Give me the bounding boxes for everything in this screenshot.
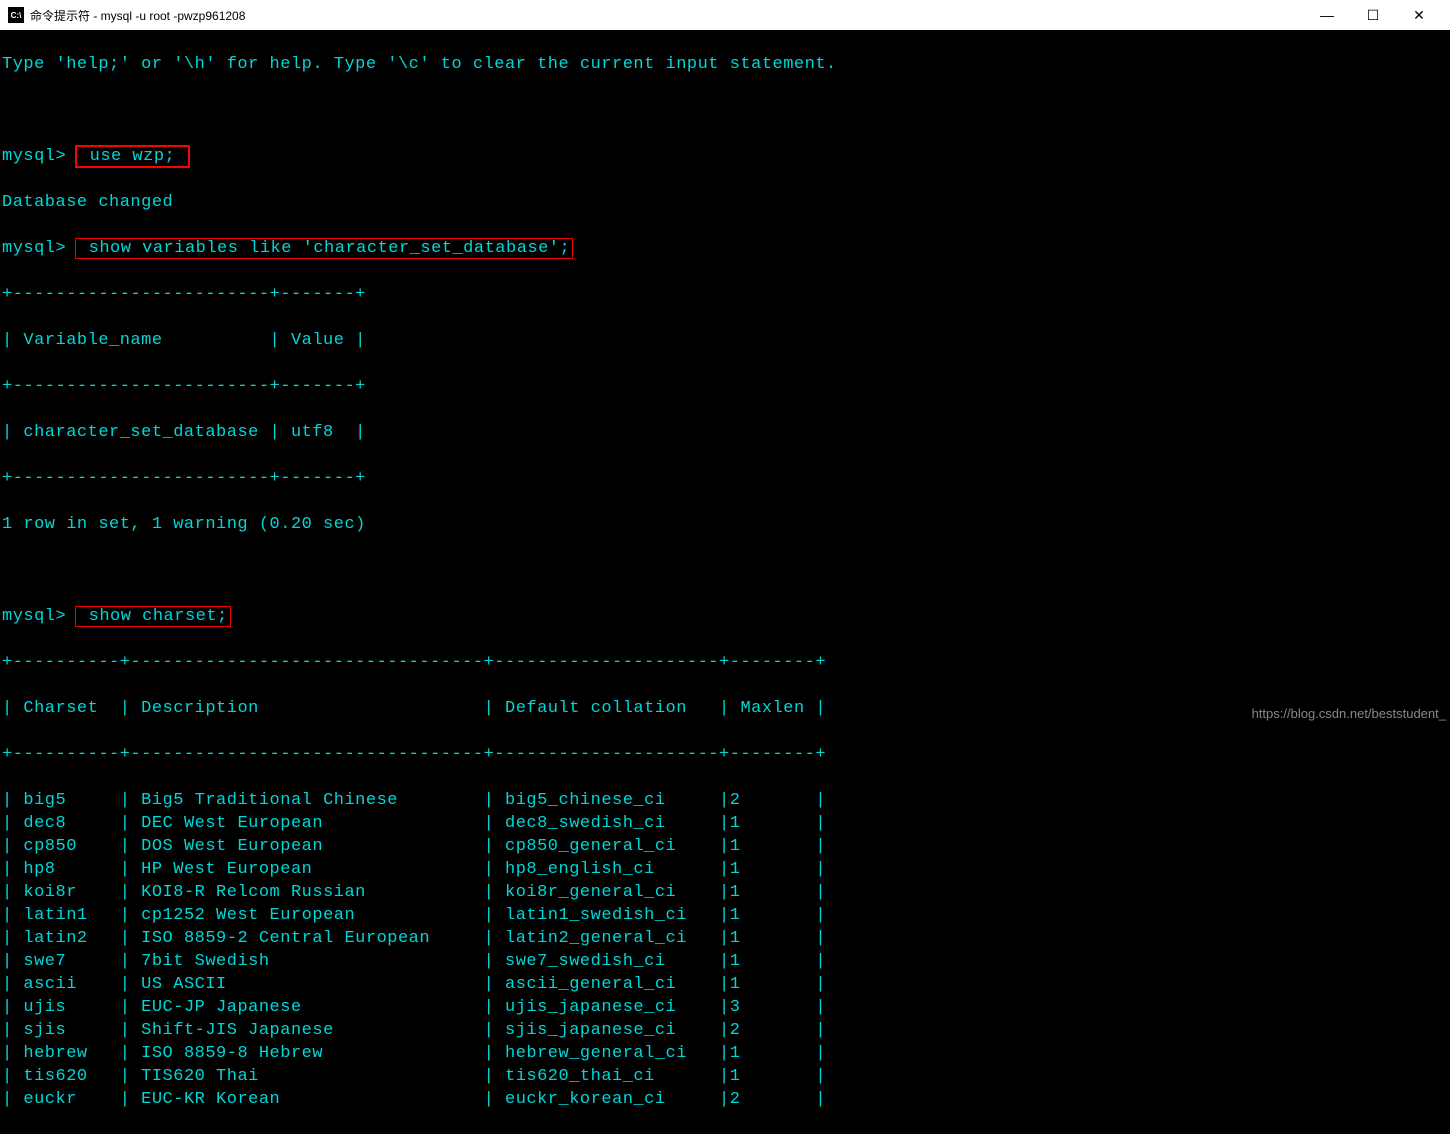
table-separator: +------------------------+-------+: [0, 375, 1450, 398]
cell-variable-name: character_set_database: [13, 423, 270, 442]
cmd-icon: C:\: [8, 7, 24, 23]
table-row: | swe7 | 7bit Swedish | swe7_swedish_ci …: [0, 950, 1450, 973]
mysql-prompt: mysql>: [2, 147, 66, 166]
minimize-button[interactable]: —: [1304, 0, 1350, 30]
window-title: 命令提示符 - mysql -u root -pwzp961208: [30, 7, 245, 24]
terminal-output[interactable]: Type 'help;' or '\h' for help. Type '\c'…: [0, 30, 1450, 1134]
table-row: | big5 | Big5 Traditional Chinese | big5…: [0, 789, 1450, 812]
mysql-prompt: mysql>: [2, 607, 66, 626]
close-button[interactable]: ✕: [1396, 0, 1442, 30]
table-row: | ujis | EUC-JP Japanese | ujis_japanese…: [0, 996, 1450, 1019]
cell-value: utf8: [280, 423, 355, 442]
blank-line: [0, 559, 1450, 582]
prompt-line-3: mysql> show charset;: [0, 605, 1450, 628]
header-charset: Charset: [13, 699, 120, 718]
charset-header-row: | Charset | Description | Default collat…: [0, 697, 1450, 720]
help-line: Type 'help;' or '\h' for help. Type '\c'…: [0, 53, 1450, 76]
header-collation: Default collation: [494, 699, 719, 718]
window-controls: — ☐ ✕: [1304, 0, 1442, 30]
table-row: | ascii | US ASCII | ascii_general_ci |1…: [0, 973, 1450, 996]
table-row: | latin1 | cp1252 West European | latin1…: [0, 904, 1450, 927]
table-separator: +----------+----------------------------…: [0, 743, 1450, 766]
table-header-row: | Variable_name | Value |: [0, 329, 1450, 352]
db-changed-line: Database changed: [0, 191, 1450, 214]
table-separator: +------------------------+-------+: [0, 467, 1450, 490]
table-row: | dec8 | DEC West European | dec8_swedis…: [0, 812, 1450, 835]
table-separator: +----------+----------------------------…: [0, 651, 1450, 674]
table-row: | euckr | EUC-KR Korean | euckr_korean_c…: [0, 1088, 1450, 1111]
prompt-line-1: mysql> use wzp;: [0, 145, 1450, 168]
header-variable-name: Variable_name: [13, 331, 270, 350]
table-separator: +------------------------+-------+: [0, 283, 1450, 306]
table-row: | sjis | Shift-JIS Japanese | sjis_japan…: [0, 1019, 1450, 1042]
watermark-text: https://blog.csdn.net/beststudent_: [1252, 706, 1446, 721]
table-row: | character_set_database | utf8 |: [0, 421, 1450, 444]
highlighted-command-show-vars: show variables like 'character_set_datab…: [75, 238, 573, 259]
header-value: Value: [280, 331, 355, 350]
row-info-line: 1 row in set, 1 warning (0.20 sec): [0, 513, 1450, 536]
table-row: | latin2 | ISO 8859-2 Central European |…: [0, 927, 1450, 950]
table-row: | koi8r | KOI8-R Relcom Russian | koi8r_…: [0, 881, 1450, 904]
blank-line: [0, 99, 1450, 122]
highlighted-command-use: use wzp;: [75, 145, 190, 168]
table-row: | tis620 | TIS620 Thai | tis620_thai_ci …: [0, 1065, 1450, 1088]
mysql-prompt: mysql>: [2, 239, 66, 258]
highlighted-command-show-charset: show charset;: [75, 606, 231, 627]
header-maxlen: Maxlen: [730, 699, 816, 718]
table-row: | hp8 | HP West European | hp8_english_c…: [0, 858, 1450, 881]
prompt-line-2: mysql> show variables like 'character_se…: [0, 237, 1450, 260]
header-description: Description: [130, 699, 483, 718]
maximize-button[interactable]: ☐: [1350, 0, 1396, 30]
table-row: | cp850 | DOS West European | cp850_gene…: [0, 835, 1450, 858]
window-titlebar: C:\ 命令提示符 - mysql -u root -pwzp961208 — …: [0, 0, 1450, 30]
table-row: | hebrew | ISO 8859-8 Hebrew | hebrew_ge…: [0, 1042, 1450, 1065]
